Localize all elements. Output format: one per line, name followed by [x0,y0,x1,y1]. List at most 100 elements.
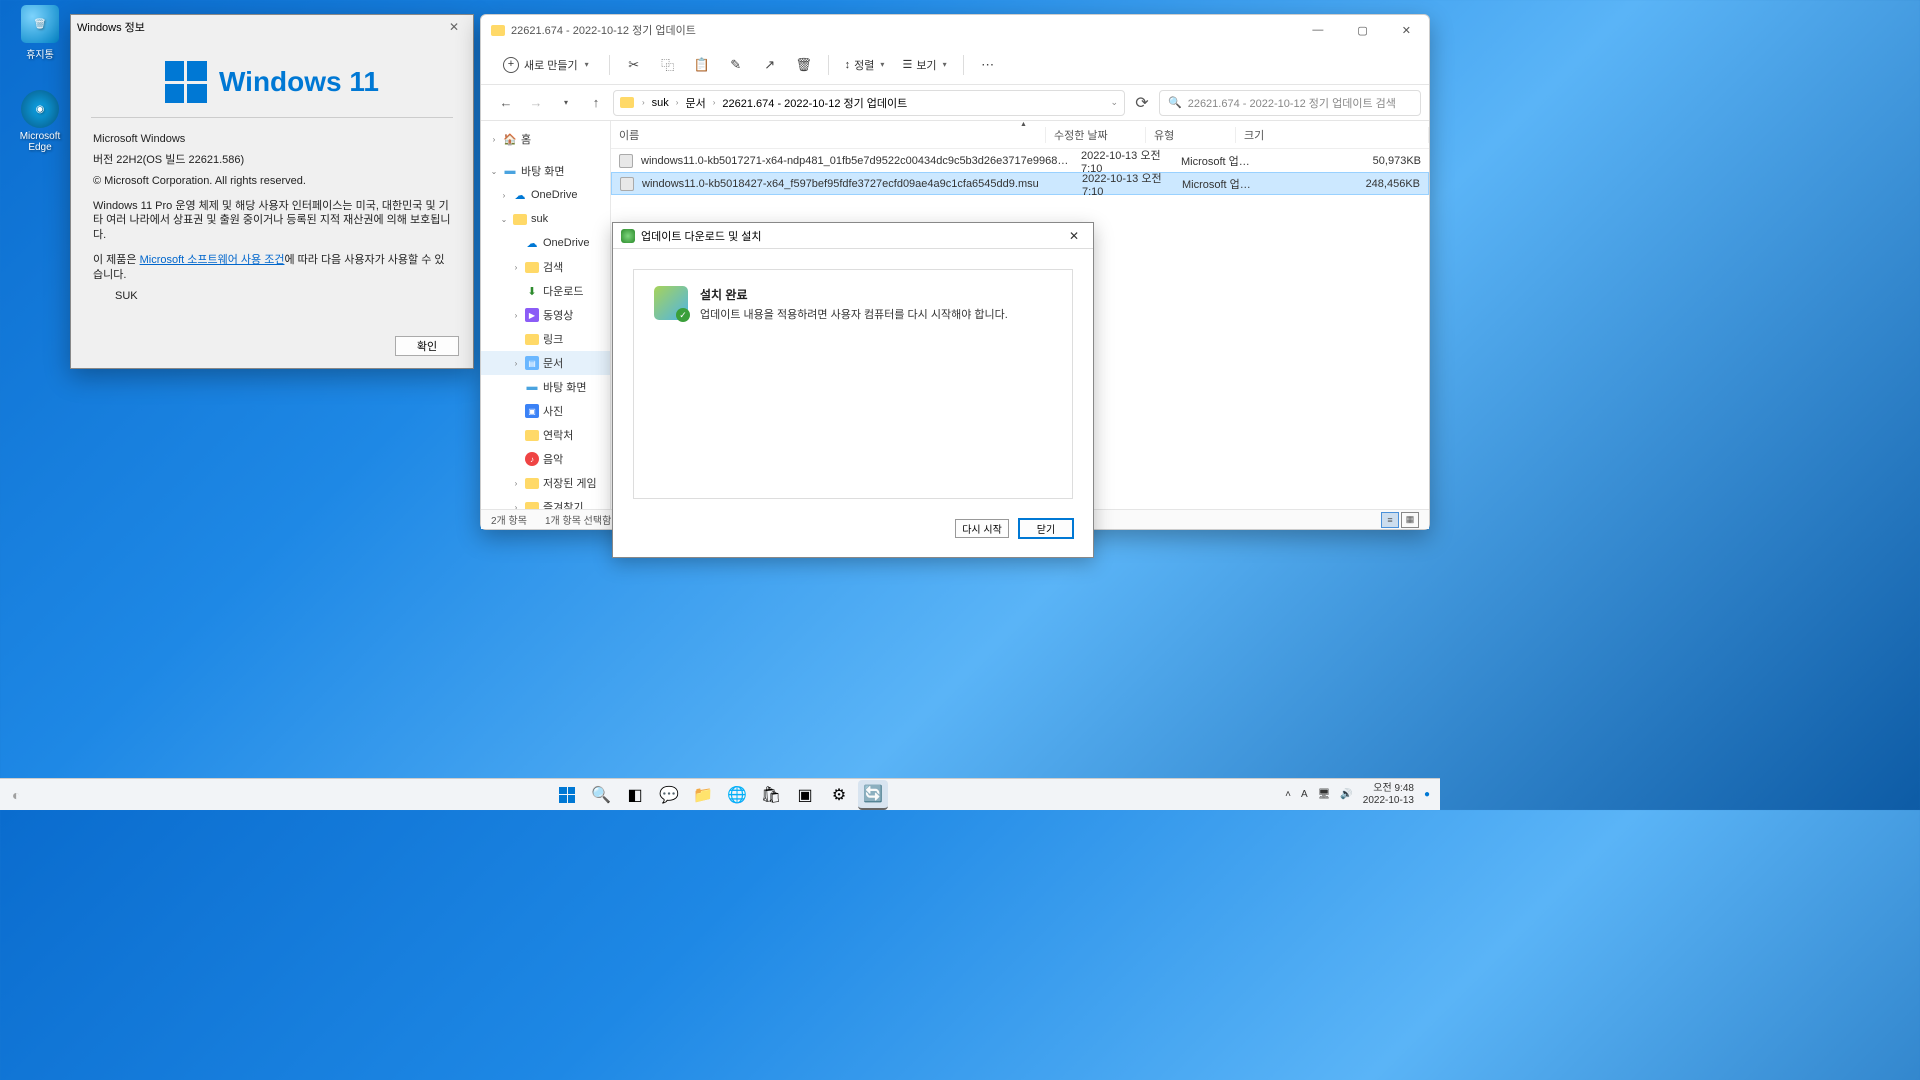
file-type: Microsoft 업데이... [1174,176,1264,192]
tray-notification-icon[interactable]: ● [1424,789,1430,800]
explorer-sidebar: ›🏠홈 ⌄▬바탕 화면 ›☁OneDrive ⌄suk ☁OneDrive ›검… [481,121,611,511]
edge-icon: ◉ [21,90,59,128]
close-button[interactable]: ✕ [1394,21,1419,40]
column-type[interactable]: 유형 [1146,127,1236,143]
folder-icon [525,334,539,345]
edge-label: Microsoft Edge [10,131,70,153]
store-taskbar-button[interactable]: 🛍 [756,780,786,810]
msu-file-icon [620,177,634,191]
tray-ime[interactable]: A [1301,789,1308,800]
refresh-button[interactable]: ⟳ [1129,93,1155,113]
wusa-taskbar-button[interactable]: 🔄 [858,780,888,810]
home-icon: 🏠 [503,132,517,146]
winver-line2: 버전 22H2(OS 빌드 22621.586) [93,153,451,168]
search-input[interactable]: 🔍 22621.674 - 2022-10-12 정기 업데이트 검색 [1159,90,1421,116]
file-size: 50,973KB [1263,155,1429,167]
video-icon: ▶ [525,308,539,322]
sidebar-item-desktop[interactable]: ⌄▬바탕 화면 [481,159,610,183]
sidebar-item-onedrive2[interactable]: ☁OneDrive [481,231,610,255]
tray-clock[interactable]: 오전 9:48 2022-10-13 [1363,783,1414,806]
weather-widget[interactable]: ◐ [0,787,32,803]
close-icon[interactable]: ✕ [441,20,467,34]
breadcrumb-suk[interactable]: suk [649,97,672,109]
delete-icon[interactable]: 🗑 [790,51,818,79]
start-button[interactable] [552,780,582,810]
explorer-taskbar-button[interactable]: 📁 [688,780,718,810]
desktop-icon: ▬ [525,380,539,394]
column-date[interactable]: 수정한 날짜 [1046,127,1146,143]
address-bar[interactable]: › suk › 문서 › 22621.674 - 2022-10-12 정기 업… [613,90,1125,116]
sidebar-item-downloads[interactable]: ⬇다운로드 [481,279,610,303]
thumb-view-button[interactable]: ▦ [1401,512,1419,528]
sidebar-item-pictures[interactable]: ▣사진 [481,399,610,423]
file-type: Microsoft 업데이... [1173,153,1263,169]
sidebar-item-videos[interactable]: ›▶동영상 [481,303,610,327]
column-size[interactable]: 크기 [1236,127,1429,143]
terminal-taskbar-button[interactable]: ▣ [790,780,820,810]
winver-titlebar[interactable]: Windows 정보 ✕ [71,15,473,39]
file-name: windows11.0-kb5017271-x64-ndp481_01fb5e7… [638,155,1073,167]
new-button[interactable]: + 새로 만들기 ▾ [493,53,599,77]
tray-volume-icon[interactable]: 🔊 [1340,789,1352,800]
sidebar-item-home[interactable]: ›🏠홈 [481,127,610,151]
view-button[interactable]: ☰ 보기 ▾ [896,53,952,77]
sidebar-item-documents[interactable]: ›▤문서 [481,351,610,375]
sidebar-item-search[interactable]: ›검색 [481,255,610,279]
close-button[interactable]: 닫기 [1019,519,1073,538]
desktop-recycle-bin[interactable]: 🗑 휴지통 [10,5,70,61]
sidebar-item-music[interactable]: ♪음악 [481,447,610,471]
tray-network-icon[interactable]: 🖥 [1318,789,1331,800]
file-row[interactable]: windows11.0-kb5018427-x64_f597bef95fdfe3… [611,172,1429,195]
file-row[interactable]: windows11.0-kb5017271-x64-ndp481_01fb5e7… [611,149,1429,172]
sidebar-item-onedrive[interactable]: ›☁OneDrive [481,183,610,207]
close-icon[interactable]: ✕ [1063,227,1085,245]
picture-icon: ▣ [525,404,539,418]
paste-icon[interactable]: 📋 [688,51,716,79]
tray-chevron-icon[interactable]: ˄ [1285,789,1291,800]
folder-icon [513,214,527,225]
ok-button[interactable]: 확인 [395,336,459,356]
sidebar-item-desktop2[interactable]: ▬바탕 화면 [481,375,610,399]
explorer-titlebar[interactable]: 22621.674 - 2022-10-12 정기 업데이트 — ▢ ✕ [481,15,1429,45]
sort-button[interactable]: ↕ 정렬 ▾ [839,53,891,77]
recycle-label: 휴지통 [10,46,70,61]
recent-dropdown[interactable]: ▾ [553,98,579,107]
back-button[interactable]: ← [493,95,519,110]
taskview-button[interactable]: ◧ [620,780,650,810]
more-icon[interactable]: ⋯ [974,51,1002,79]
forward-button[interactable]: → [523,95,549,110]
copy-icon[interactable]: ⿻ [654,51,682,79]
winver-line1: Microsoft Windows [93,132,451,147]
cut-icon[interactable]: ✂ [620,51,648,79]
sidebar-item-savedgames[interactable]: ›저장된 게임 [481,471,610,495]
restart-button[interactable]: 다시 시작 [955,519,1009,538]
settings-taskbar-button[interactable]: ⚙ [824,780,854,810]
desktop-icon: ▬ [503,164,517,178]
breadcrumb-current[interactable]: 22621.674 - 2022-10-12 정기 업데이트 [719,95,910,111]
file-date: 2022-10-13 오전 7:10 [1074,170,1174,198]
file-name: windows11.0-kb5018427-x64_f597bef95fdfe3… [639,178,1074,190]
breadcrumb-documents[interactable]: 문서 [682,95,708,111]
address-dropdown[interactable]: ⌄ [1110,97,1118,108]
desktop-edge[interactable]: ◉ Microsoft Edge [10,90,70,153]
chevron-down-icon: ▾ [585,60,589,69]
sort-icon: ↕ [845,59,851,71]
rename-icon[interactable]: ✎ [722,51,750,79]
sidebar-item-contacts[interactable]: 연락처 [481,423,610,447]
search-button[interactable]: 🔍 [586,780,616,810]
license-link[interactable]: Microsoft 소프트웨어 사용 조건 [140,254,285,266]
edge-taskbar-button[interactable]: 🌐 [722,780,752,810]
chat-button[interactable]: 💬 [654,780,684,810]
details-view-button[interactable]: ≡ [1381,512,1399,528]
share-icon[interactable]: ↗ [756,51,784,79]
maximize-button[interactable]: ▢ [1349,21,1375,40]
winver-title: Windows 정보 [77,19,145,35]
dialog-titlebar[interactable]: 업데이트 다운로드 및 설치 ✕ [613,223,1093,249]
up-button[interactable]: ↑ [583,95,609,110]
column-name[interactable]: 이름 [611,127,1046,143]
separator [828,55,829,75]
sidebar-item-links[interactable]: 링크 [481,327,610,351]
separator [963,55,964,75]
sidebar-item-suk[interactable]: ⌄suk [481,207,610,231]
minimize-button[interactable]: — [1304,21,1331,40]
